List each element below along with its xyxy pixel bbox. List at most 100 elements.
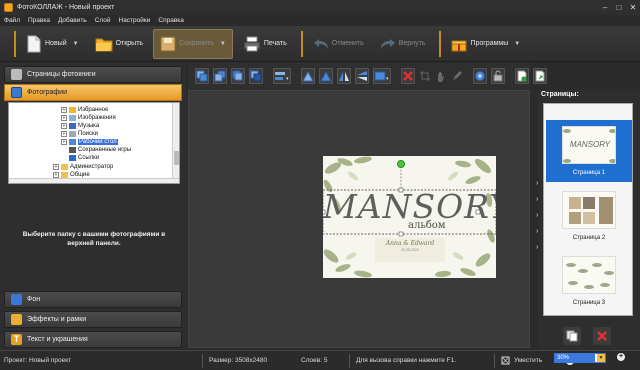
tree-item-label: Сохраненные игры	[78, 147, 132, 153]
menu-file[interactable]: Файл	[4, 17, 20, 24]
fill-button[interactable]: ▾	[373, 68, 391, 84]
tab-effects-label: Эффекты и рамки	[27, 316, 87, 323]
tree-item-label: Ссылки	[78, 155, 100, 161]
collage-canvas[interactable]: MANSORY альбом Anna & Edward 20.05.2023	[323, 156, 496, 278]
status-separator	[494, 353, 495, 368]
title-bar: ФотоКОЛЛАЖ - Новый проект – □ ✕	[0, 0, 640, 15]
menu-add[interactable]: Добавить	[58, 17, 87, 24]
add-page-button[interactable]	[515, 68, 529, 84]
tree-item-links[interactable]: Ссылки	[69, 154, 99, 162]
page-thumbnail[interactable]: Страница 2	[546, 185, 632, 247]
chevron-down-icon[interactable]: ▼	[73, 41, 79, 47]
window-title: ФотоКОЛЛАЖ - Новый проект	[17, 4, 115, 11]
tab-photos-label: Фотографии	[27, 89, 68, 96]
tab-background[interactable]: Фон	[4, 291, 182, 308]
brush-button[interactable]	[451, 68, 463, 84]
tab-text-decorations[interactable]: T Текст и украшения	[4, 331, 182, 348]
tree-scrollbar[interactable]	[172, 103, 179, 183]
expand-icon[interactable]: +	[61, 123, 67, 129]
tree-item-favorites[interactable]: + Избранное	[61, 106, 108, 114]
maximize-button[interactable]: □	[612, 0, 626, 15]
tab-effects-frames[interactable]: Эффекты и рамки	[4, 311, 182, 328]
tree-horizontal-scrollbar[interactable]	[9, 178, 179, 183]
expand-icon[interactable]: +	[61, 139, 67, 145]
tree-item-searches[interactable]: + Поиски	[61, 130, 98, 138]
export-page-button[interactable]	[533, 68, 547, 84]
delete-page-button[interactable]	[593, 327, 611, 345]
menu-help[interactable]: Справка	[158, 17, 184, 24]
send-to-back-button[interactable]	[249, 68, 263, 84]
photos-hint: Выберите папку с вашими фотографиями в в…	[22, 231, 166, 247]
close-button[interactable]: ✕	[626, 0, 640, 15]
page-preview-image	[569, 197, 613, 224]
tree-item-administrator[interactable]: + Администратор	[53, 163, 113, 171]
bring-forward-button[interactable]	[213, 68, 227, 84]
page-thumbnail[interactable]: MANSORY Страница 1	[546, 120, 632, 182]
menu-layer[interactable]: Слой	[95, 17, 111, 24]
send-backward-icon	[232, 70, 243, 81]
page-thumbnail[interactable]: Страница 3	[546, 250, 632, 312]
expand-icon[interactable]: +	[53, 164, 59, 170]
menu-settings[interactable]: Настройки	[119, 17, 151, 24]
programs-button[interactable]: Программы ▼	[445, 29, 526, 59]
tab-photobook-pages[interactable]: Страницы фотокниги	[4, 66, 182, 83]
fit-button[interactable]: Уместить	[501, 356, 542, 365]
tree-item-saved-games[interactable]: Сохраненные игры	[69, 146, 131, 154]
print-button[interactable]: Печать	[237, 29, 293, 59]
svg-text:▾: ▾	[286, 76, 289, 82]
tree-item-desktop[interactable]: + Рабочий стол	[61, 138, 118, 146]
pages-list[interactable]: MANSORY Страница 1 Страница 2 Страница 3	[543, 103, 633, 316]
zoom-select[interactable]: 30% ▼	[554, 353, 606, 363]
expand-icon[interactable]: +	[61, 131, 67, 137]
background-icon	[11, 294, 22, 305]
open-button[interactable]: Открыть	[89, 29, 150, 59]
align-button[interactable]: ▾	[273, 68, 291, 84]
hand-button[interactable]	[435, 68, 447, 84]
send-backward-button[interactable]	[231, 68, 245, 84]
page-preview-image: MANSORY	[563, 129, 615, 163]
bring-to-front-button[interactable]	[195, 68, 209, 84]
save-button[interactable]: Сохранить ▼	[153, 28, 233, 59]
print-label: Печать	[263, 40, 287, 47]
undo-icon	[313, 38, 328, 49]
flip-vertical-button[interactable]	[355, 68, 369, 84]
status-project: Проект: Новый проект	[4, 357, 72, 364]
tree-item-music[interactable]: + Музыка	[61, 122, 99, 130]
redo-button[interactable]: Вернуть	[374, 29, 432, 59]
chevron-down-icon[interactable]: ▼	[597, 354, 605, 362]
chevron-down-icon[interactable]: ▼	[220, 41, 226, 47]
rotate-left-button[interactable]	[301, 68, 315, 84]
page-label: Страница 1	[572, 170, 606, 176]
collage-subtitle[interactable]: альбом	[408, 220, 478, 231]
expand-icon[interactable]: +	[61, 115, 67, 121]
chevron-down-icon[interactable]: ▼	[514, 41, 520, 47]
page-preview	[562, 256, 616, 294]
status-layers: Слоев: 5	[301, 357, 328, 364]
expand-icon[interactable]: +	[61, 107, 67, 113]
delete-button[interactable]	[401, 68, 415, 84]
undo-button[interactable]: Отменить	[307, 29, 370, 59]
menu-edit[interactable]: Правка	[28, 17, 50, 24]
duplicate-page-button[interactable]	[563, 327, 581, 345]
lock-button[interactable]	[491, 68, 505, 84]
scrollbar-thumb[interactable]	[174, 151, 179, 165]
crop-button[interactable]	[419, 68, 431, 84]
minimize-button[interactable]: –	[598, 0, 612, 15]
zoom-in-button[interactable]: +	[617, 353, 625, 361]
collage-date[interactable]: 20.05.2023	[375, 248, 445, 252]
bring-front-icon	[196, 70, 208, 82]
rotate-right-button[interactable]	[319, 68, 333, 84]
tree-item-label: Изображения	[78, 115, 116, 121]
collage-headline[interactable]: MANSORY	[323, 190, 496, 224]
programs-label: Программы	[470, 40, 509, 47]
collage-names[interactable]: Anna & Edward	[375, 240, 445, 247]
tab-photos[interactable]: Фотографии	[4, 84, 182, 101]
tree-item-images[interactable]: + Изображения	[61, 114, 116, 122]
send-back-icon	[250, 70, 262, 82]
properties-button[interactable]	[473, 68, 487, 84]
folder-tree[interactable]: + Избранное + Изображения + Музыка + Поиски …	[8, 102, 180, 184]
new-button[interactable]: Новый ▼	[20, 29, 85, 59]
pages-icon	[11, 69, 22, 80]
brush-icon	[453, 71, 462, 81]
flip-horizontal-button[interactable]	[337, 68, 351, 84]
